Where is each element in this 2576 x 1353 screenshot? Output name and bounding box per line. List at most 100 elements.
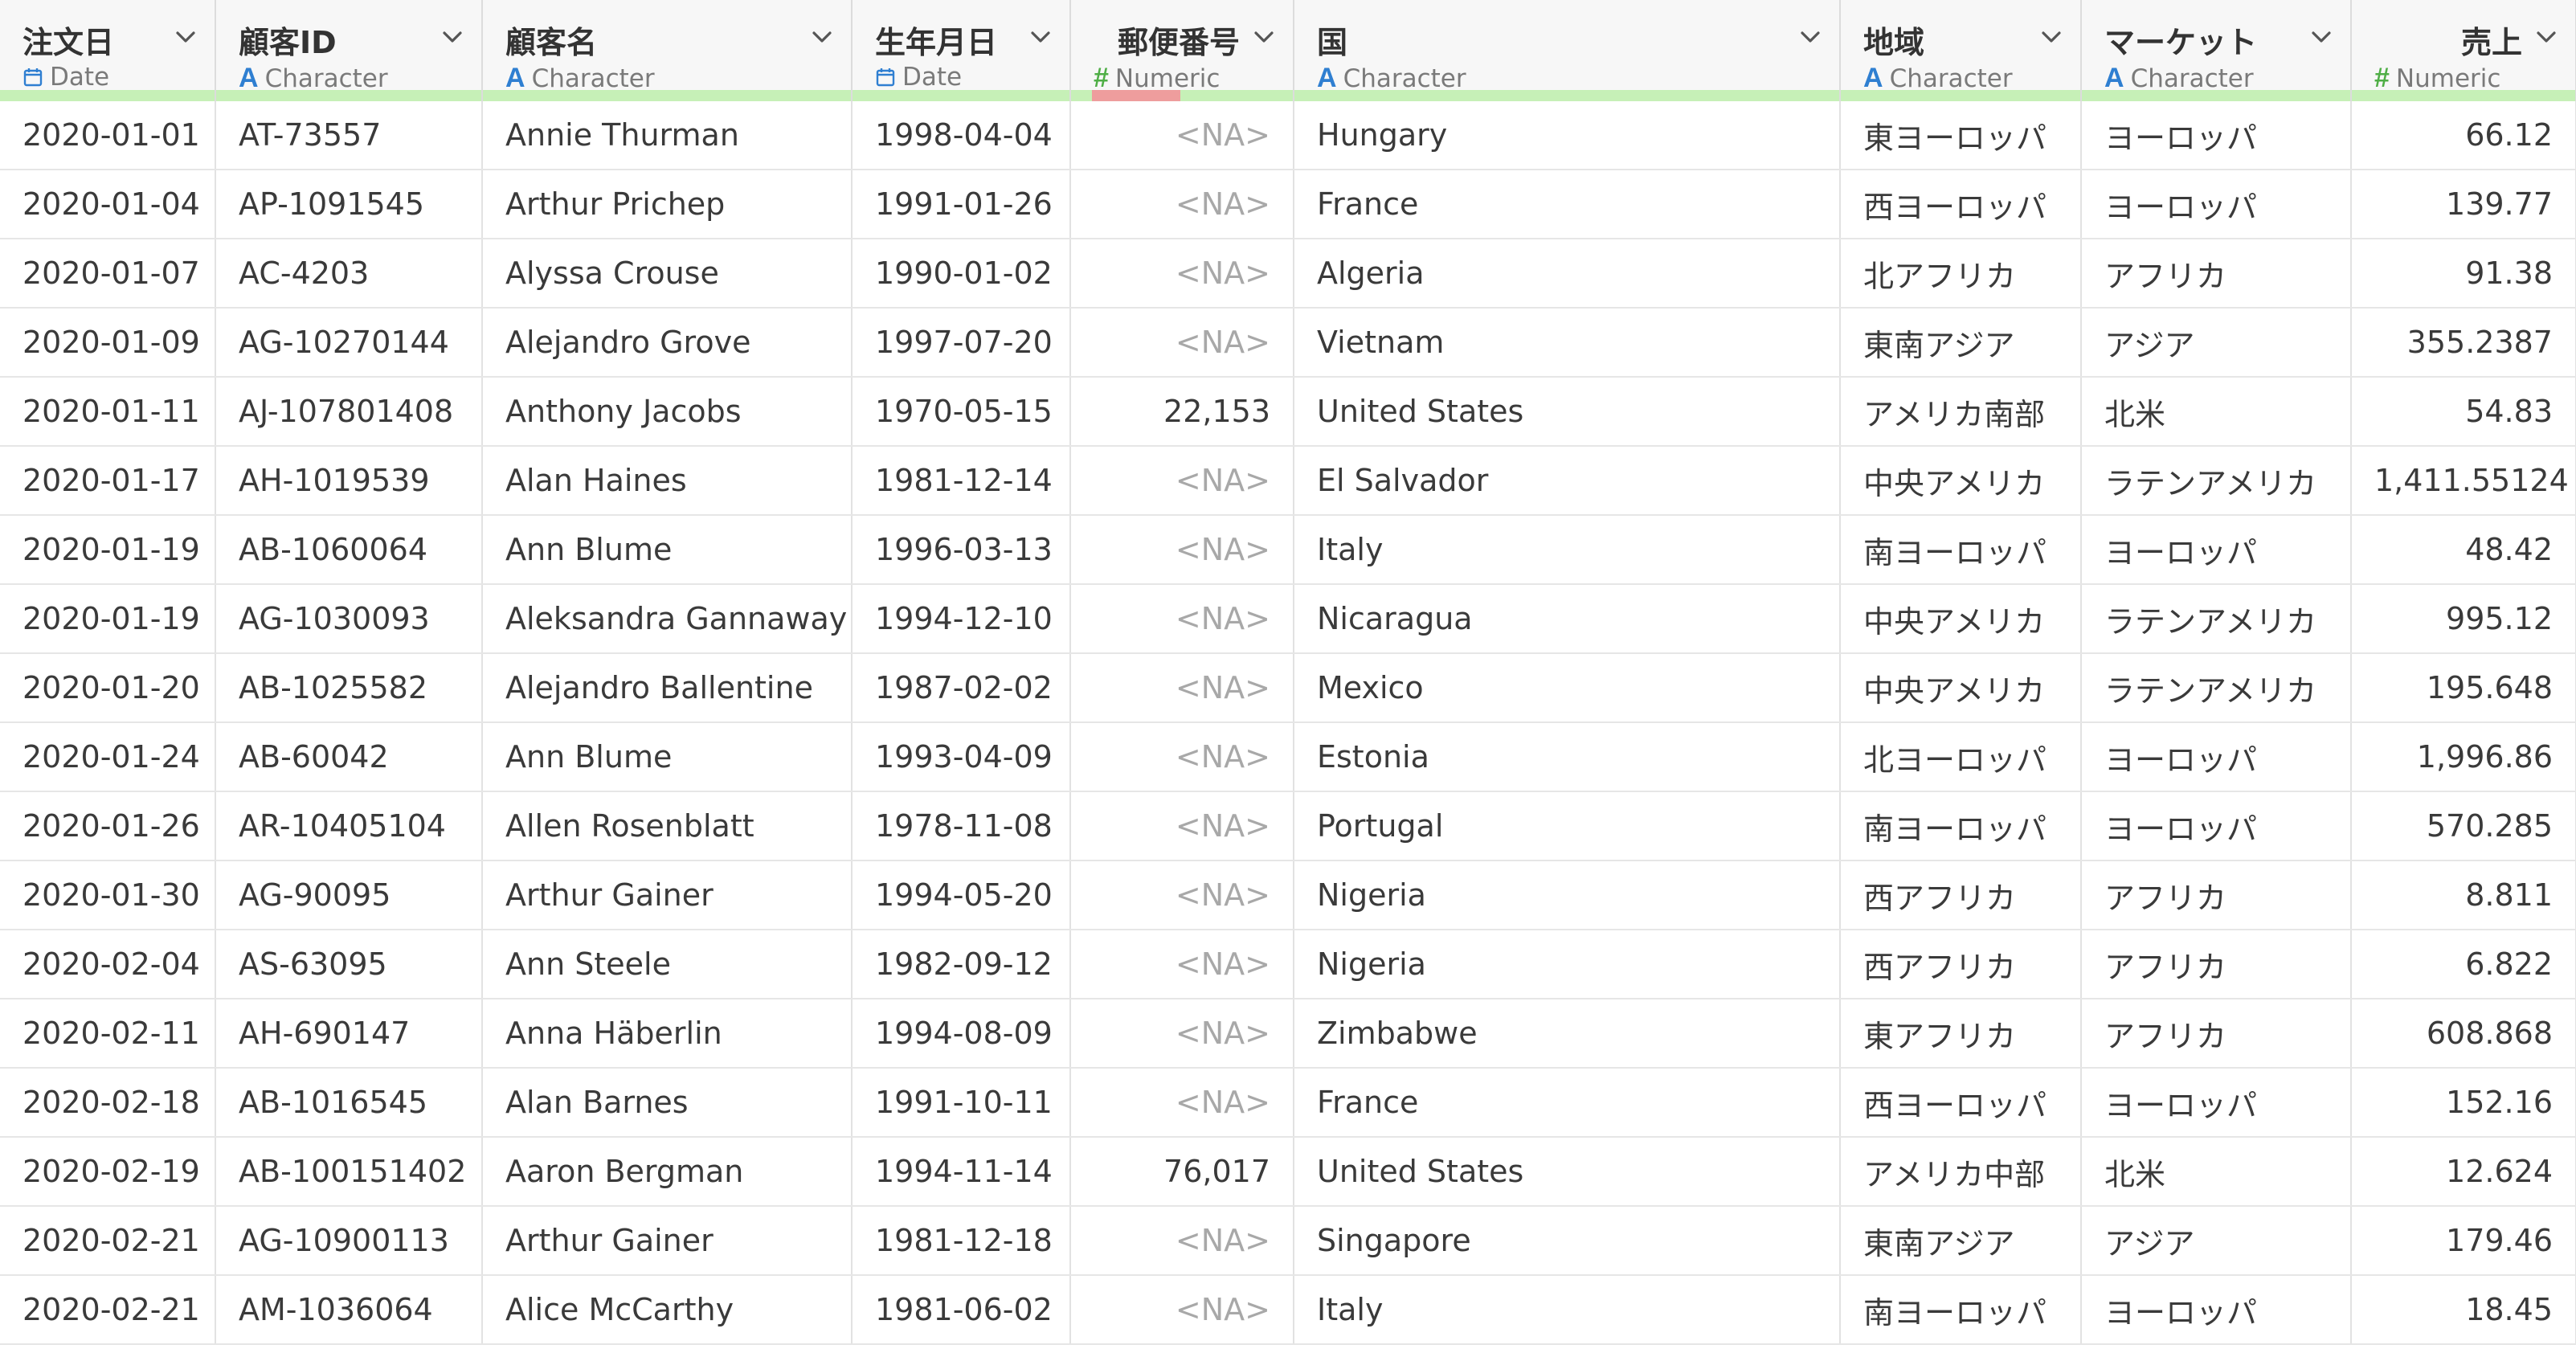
column-header[interactable]: マーケット A Character bbox=[2081, 0, 2352, 101]
table-cell[interactable]: 1981-06-02 bbox=[852, 1275, 1071, 1345]
table-cell[interactable]: AJ-107801408 bbox=[215, 377, 483, 447]
table-cell[interactable]: <NA> bbox=[1070, 446, 1294, 516]
table-cell[interactable]: AT-73557 bbox=[215, 101, 483, 170]
table-cell[interactable]: Mexico bbox=[1294, 653, 1841, 723]
table-row[interactable]: 2020-01-04 AP-1091545 Arthur Prichep 1991-0… bbox=[0, 170, 2576, 239]
table-cell[interactable]: <NA> bbox=[1070, 930, 1294, 999]
table-cell[interactable]: <NA> bbox=[1070, 1275, 1294, 1345]
table-cell[interactable]: 1994-05-20 bbox=[852, 860, 1071, 930]
table-cell[interactable]: <NA> bbox=[1070, 170, 1294, 239]
table-cell[interactable]: 2020-01-17 bbox=[0, 446, 216, 516]
table-cell[interactable]: 570.285 bbox=[2351, 791, 2576, 861]
table-cell[interactable]: 西アフリカ bbox=[1840, 860, 2082, 930]
table-cell[interactable]: 東ヨーロッパ bbox=[1840, 101, 2082, 170]
table-cell[interactable]: 中央アメリカ bbox=[1840, 584, 2082, 654]
table-cell[interactable]: アフリカ bbox=[2081, 999, 2352, 1069]
table-cell[interactable]: 北米 bbox=[2081, 1137, 2352, 1207]
table-cell[interactable]: AH-690147 bbox=[215, 999, 483, 1069]
table-cell[interactable]: Alan Barnes bbox=[482, 1068, 853, 1138]
table-cell[interactable]: 1996-03-13 bbox=[852, 515, 1071, 585]
table-cell[interactable]: 2020-01-11 bbox=[0, 377, 216, 447]
column-header[interactable]: 地域 A Character bbox=[1840, 0, 2082, 101]
table-cell[interactable]: AG-10900113 bbox=[215, 1206, 483, 1276]
table-cell[interactable]: 東アフリカ bbox=[1840, 999, 2082, 1069]
table-cell[interactable]: <NA> bbox=[1070, 584, 1294, 654]
table-cell[interactable]: ヨーロッパ bbox=[2081, 170, 2352, 239]
table-cell[interactable]: 2020-01-19 bbox=[0, 584, 216, 654]
table-cell[interactable]: Hungary bbox=[1294, 101, 1841, 170]
table-cell[interactable]: 2020-01-01 bbox=[0, 101, 216, 170]
table-cell[interactable]: 2020-02-11 bbox=[0, 999, 216, 1069]
table-cell[interactable]: AG-1030093 bbox=[215, 584, 483, 654]
table-cell[interactable]: AS-63095 bbox=[215, 930, 483, 999]
table-cell[interactable]: Arthur Prichep bbox=[482, 170, 853, 239]
table-cell[interactable]: アジア bbox=[2081, 1206, 2352, 1276]
table-cell[interactable]: 南ヨーロッパ bbox=[1840, 1275, 2082, 1345]
table-cell[interactable]: Alejandro Grove bbox=[482, 308, 853, 378]
table-cell[interactable]: <NA> bbox=[1070, 653, 1294, 723]
table-cell[interactable]: 西ヨーロッパ bbox=[1840, 1068, 2082, 1138]
table-cell[interactable]: AB-1016545 bbox=[215, 1068, 483, 1138]
table-row[interactable]: 2020-01-11 AJ-107801408 Anthony Jacobs 1970… bbox=[0, 377, 2576, 447]
table-cell[interactable]: 1981-12-18 bbox=[852, 1206, 1071, 1276]
table-cell[interactable]: United States bbox=[1294, 377, 1841, 447]
table-cell[interactable]: ヨーロッパ bbox=[2081, 791, 2352, 861]
table-cell[interactable]: 東南アジア bbox=[1840, 1206, 2082, 1276]
table-cell[interactable]: ヨーロッパ bbox=[2081, 101, 2352, 170]
column-menu-chevron-icon[interactable] bbox=[2532, 22, 2561, 51]
table-cell[interactable]: 1990-01-02 bbox=[852, 239, 1071, 309]
table-cell[interactable]: ヨーロッパ bbox=[2081, 515, 2352, 585]
table-row[interactable]: 2020-02-21 AG-10900113 Arthur Gainer 1981-1… bbox=[0, 1206, 2576, 1276]
table-cell[interactable]: 2020-02-21 bbox=[0, 1206, 216, 1276]
table-cell[interactable]: 2020-02-04 bbox=[0, 930, 216, 999]
table-cell[interactable]: 2020-01-09 bbox=[0, 308, 216, 378]
table-cell[interactable]: 22,153 bbox=[1070, 377, 1294, 447]
column-menu-chevron-icon[interactable] bbox=[808, 22, 836, 51]
table-row[interactable]: 2020-01-09 AG-10270144 Alejandro Grove 1997… bbox=[0, 308, 2576, 378]
table-cell[interactable]: アフリカ bbox=[2081, 239, 2352, 309]
table-cell[interactable]: AC-4203 bbox=[215, 239, 483, 309]
column-header[interactable]: 売上 # Numeric bbox=[2351, 0, 2576, 101]
table-cell[interactable]: AP-1091545 bbox=[215, 170, 483, 239]
table-cell[interactable]: ヨーロッパ bbox=[2081, 722, 2352, 792]
table-cell[interactable]: 1997-07-20 bbox=[852, 308, 1071, 378]
table-cell[interactable]: アメリカ南部 bbox=[1840, 377, 2082, 447]
table-cell[interactable]: 2020-02-21 bbox=[0, 1275, 216, 1345]
table-cell[interactable]: Allen Rosenblatt bbox=[482, 791, 853, 861]
table-cell[interactable]: <NA> bbox=[1070, 239, 1294, 309]
table-cell[interactable]: 1991-10-11 bbox=[852, 1068, 1071, 1138]
table-cell[interactable]: ラテンアメリカ bbox=[2081, 446, 2352, 516]
table-cell[interactable]: 1991-01-26 bbox=[852, 170, 1071, 239]
table-cell[interactable]: Aleksandra Gannaway bbox=[482, 584, 853, 654]
table-cell[interactable]: 2020-01-20 bbox=[0, 653, 216, 723]
table-cell[interactable]: 2020-01-30 bbox=[0, 860, 216, 930]
table-cell[interactable]: Portugal bbox=[1294, 791, 1841, 861]
table-cell[interactable]: ラテンアメリカ bbox=[2081, 584, 2352, 654]
table-cell[interactable]: Algeria bbox=[1294, 239, 1841, 309]
table-cell[interactable]: 南ヨーロッパ bbox=[1840, 515, 2082, 585]
table-cell[interactable]: 2020-02-18 bbox=[0, 1068, 216, 1138]
table-cell[interactable]: Anna Häberlin bbox=[482, 999, 853, 1069]
column-menu-chevron-icon[interactable] bbox=[171, 22, 200, 51]
table-cell[interactable]: <NA> bbox=[1070, 101, 1294, 170]
column-menu-chevron-icon[interactable] bbox=[1026, 22, 1055, 51]
table-cell[interactable]: 355.2387 bbox=[2351, 308, 2576, 378]
table-cell[interactable]: Nicaragua bbox=[1294, 584, 1841, 654]
table-cell[interactable]: Alyssa Crouse bbox=[482, 239, 853, 309]
column-header[interactable]: 顧客名 A Character bbox=[482, 0, 853, 101]
table-cell[interactable]: 1982-09-12 bbox=[852, 930, 1071, 999]
table-cell[interactable]: 76,017 bbox=[1070, 1137, 1294, 1207]
table-cell[interactable]: <NA> bbox=[1070, 308, 1294, 378]
table-cell[interactable]: Italy bbox=[1294, 515, 1841, 585]
table-cell[interactable]: 1,411.55124 bbox=[2351, 446, 2576, 516]
table-cell[interactable]: Alice McCarthy bbox=[482, 1275, 853, 1345]
table-cell[interactable]: France bbox=[1294, 1068, 1841, 1138]
table-cell[interactable]: 195.648 bbox=[2351, 653, 2576, 723]
table-cell[interactable]: Arthur Gainer bbox=[482, 860, 853, 930]
table-cell[interactable]: Arthur Gainer bbox=[482, 1206, 853, 1276]
column-menu-chevron-icon[interactable] bbox=[1249, 22, 1278, 51]
table-cell[interactable]: <NA> bbox=[1070, 860, 1294, 930]
table-row[interactable]: 2020-01-07 AC-4203 Alyssa Crouse 1990-01-02… bbox=[0, 239, 2576, 309]
table-cell[interactable]: El Salvador bbox=[1294, 446, 1841, 516]
table-cell[interactable]: 1994-08-09 bbox=[852, 999, 1071, 1069]
